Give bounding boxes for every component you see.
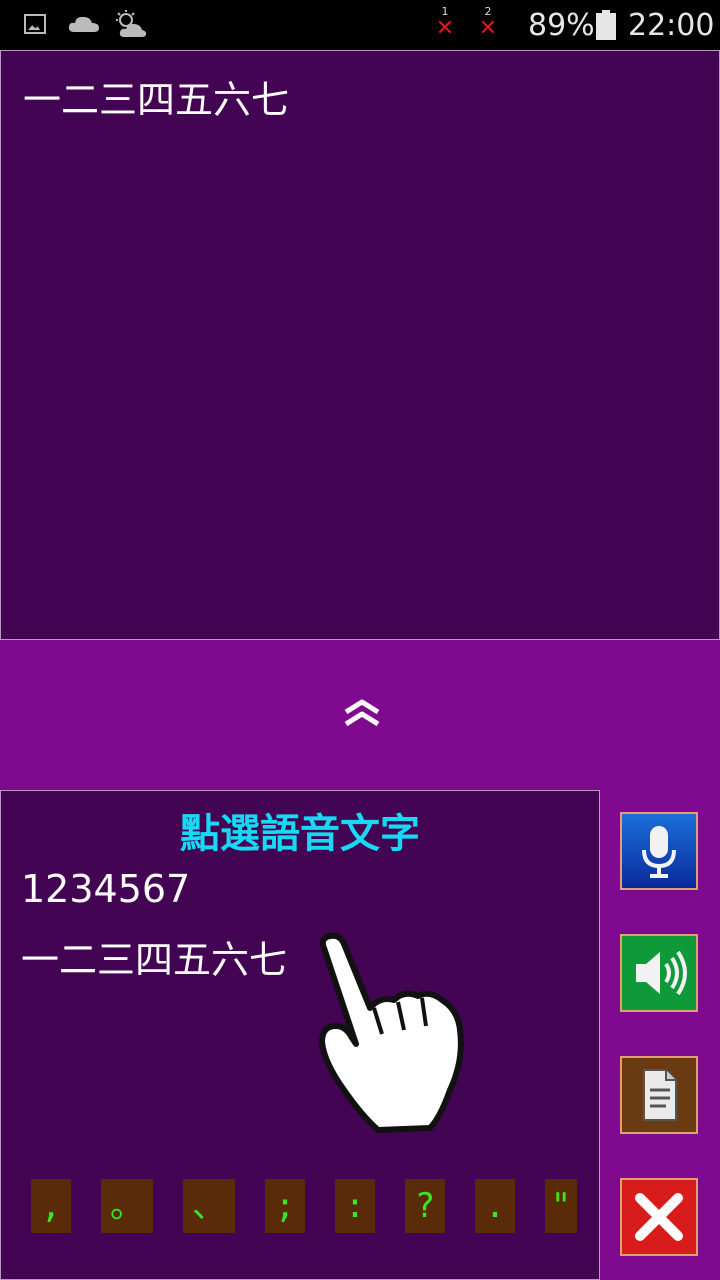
output-text: 一二三四五六七 xyxy=(23,78,290,122)
pointing-hand-icon xyxy=(319,932,464,1133)
punctuation-key[interactable]: ? xyxy=(405,1179,445,1233)
speech-option[interactable]: 一二三四五六七 xyxy=(21,929,287,984)
weather-icon xyxy=(116,10,147,37)
punctuation-key[interactable]: . xyxy=(475,1179,515,1233)
output-text-area[interactable]: 一二三四五六七 xyxy=(0,50,720,640)
battery-percent: 89% xyxy=(528,8,595,43)
no-signal-icon: 2 ✕ xyxy=(478,5,498,41)
status-bar: 1 ✕ 2 ✕ 89% 22:00 xyxy=(0,0,720,50)
punctuation-key[interactable]: " xyxy=(545,1179,577,1233)
microphone-button[interactable] xyxy=(620,812,698,890)
punctuation-key[interactable]: , xyxy=(31,1179,71,1233)
speaker-button[interactable] xyxy=(620,934,698,1012)
document-button[interactable] xyxy=(620,1056,698,1134)
no-signal-icon: 1 ✕ xyxy=(435,5,455,41)
gallery-icon xyxy=(24,14,46,34)
speech-option[interactable]: 1234567 xyxy=(21,867,190,911)
close-button[interactable] xyxy=(620,1178,698,1256)
microphone-icon xyxy=(642,826,676,878)
clock: 22:00 xyxy=(628,8,715,43)
punctuation-key[interactable]: 。 xyxy=(101,1179,153,1233)
punctuation-key[interactable]: : xyxy=(335,1179,375,1233)
battery-icon xyxy=(596,10,616,40)
speaker-icon xyxy=(636,950,687,996)
document-icon xyxy=(643,1069,677,1121)
cloud-icon xyxy=(68,16,99,32)
punctuation-key[interactable]: 、 xyxy=(183,1179,235,1233)
close-icon xyxy=(635,1193,683,1241)
punctuation-key[interactable]: ; xyxy=(265,1179,305,1233)
panel-title: 點選語音文字 xyxy=(180,811,420,857)
expand-up-icon[interactable] xyxy=(340,694,384,734)
